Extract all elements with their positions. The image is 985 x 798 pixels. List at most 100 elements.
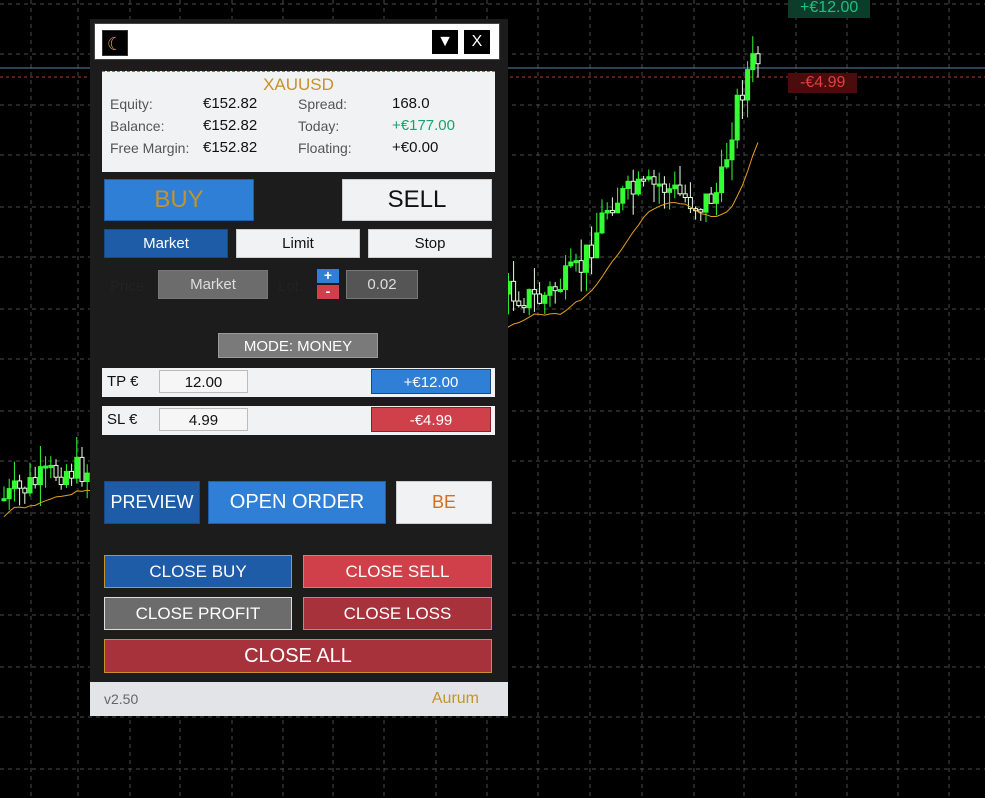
candle-body [27,477,33,494]
candle-body [698,209,704,213]
lot-increase-button[interactable]: + [317,268,339,283]
candle-body [48,464,54,468]
candle-body [635,178,641,195]
candle-body [11,480,17,490]
candle-body [69,470,75,479]
candle-body [755,53,761,65]
candle-body [745,69,751,101]
candle-body [641,178,647,182]
open-order-button[interactable]: OPEN ORDER [208,481,386,524]
candle-body [58,476,64,486]
order-type-stop-tab[interactable]: Stop [368,229,492,258]
brand-label: Aurum [431,690,479,707]
candle-body [568,261,574,267]
candle-body [53,464,59,478]
candle-body [750,53,756,71]
candle-body [667,188,673,193]
candle-body [719,166,725,194]
spread-value: 168.0 [392,95,430,112]
triangle-down-icon: ▼ [437,33,453,50]
candle-body [552,286,558,292]
tp-label: TP € [107,373,139,390]
candle-body [625,180,631,190]
sl-label: SL € [107,411,138,428]
symbol-name: XAUUSD [263,75,334,94]
free-margin-value: €152.82 [203,139,258,156]
close-profit-button[interactable]: CLOSE PROFIT [104,597,292,630]
candle-body [708,193,714,204]
buy-button[interactable]: BUY [104,179,254,221]
breakeven-button[interactable]: BE [396,481,492,524]
lot-label: Lot: [278,278,304,295]
order-type-market-tab[interactable]: Market [104,229,228,258]
candle-body [531,289,537,295]
sl-input[interactable]: 4.99 [159,408,248,431]
candle-body [63,470,69,486]
sl-level-label: -€4.99 [788,73,858,93]
candle-body [724,159,730,168]
candle-body [620,188,626,204]
candle-body [557,289,563,293]
candle-body [594,232,600,259]
today-value: +€177.00 [392,117,455,134]
panel-titlebar[interactable]: ☾ ▼ X [94,23,500,60]
candle-body [526,289,532,309]
close-sell-button[interactable]: CLOSE SELL [303,555,492,588]
candle-body [79,456,85,483]
candle-body [516,300,522,307]
candle-body [578,260,584,273]
candle-body [604,209,610,214]
close-loss-button[interactable]: CLOSE LOSS [303,597,492,630]
price-label: Price: [110,278,149,295]
candle-body [6,488,12,500]
equity-value: €152.82 [203,95,258,112]
take-profit-row: TP € 12.00 +€12.00 [102,368,495,397]
candle-body [615,202,621,214]
lot-decrease-button[interactable]: - [317,284,339,299]
candle-body [84,472,90,483]
candle-body [537,293,543,304]
candle-body [589,244,595,259]
candle-body [734,94,740,141]
tp-input[interactable]: 12.00 [159,370,248,393]
minimize-button[interactable]: ▼ [432,30,458,54]
equity-label: Equity: [110,96,153,112]
close-panel-button[interactable]: X [464,30,490,54]
candle-body [682,193,688,198]
candle-body [646,176,652,180]
account-info: XAUUSD Equity: €152.82 Balance: €152.82 … [102,71,495,172]
candle-body [739,94,745,101]
mode-toggle-button[interactable]: MODE: MONEY [218,333,378,358]
candle-body [630,180,636,195]
candle-body [547,286,553,296]
candle-body [1,498,7,502]
candle-body [573,260,579,264]
sell-button[interactable]: SELL [342,179,492,221]
close-all-button[interactable]: CLOSE ALL [104,639,492,673]
candle-body [583,244,589,273]
panel-footer: v2.50 Aurum [90,682,508,716]
candle-body [703,193,709,213]
version-label: v2.50 [104,691,139,707]
candle-body [22,487,28,494]
preview-button[interactable]: PREVIEW [104,481,200,524]
candle-body [661,183,667,193]
balance-value: €152.82 [203,117,258,134]
stop-loss-row: SL € 4.99 -€4.99 [102,406,495,435]
candle-body [672,184,678,190]
candle-body [713,192,719,204]
close-buy-button[interactable]: CLOSE BUY [104,555,292,588]
candle-body [521,305,527,309]
order-type-limit-tab[interactable]: Limit [236,229,360,258]
lot-input[interactable]: 0.02 [346,270,418,299]
sl-result: -€4.99 [371,407,491,432]
balance-label: Balance: [110,118,165,134]
trade-panel: ☾ ▼ X XAUUSD Equity: €152.82 Balance: €1… [90,19,508,716]
today-label: Today: [298,118,340,134]
candle-body [32,477,38,486]
price-field[interactable]: Market [158,270,268,299]
candle-body [74,456,80,479]
candle-body [729,139,735,161]
floating-label: Floating: [298,140,352,156]
candle-body [542,294,548,304]
